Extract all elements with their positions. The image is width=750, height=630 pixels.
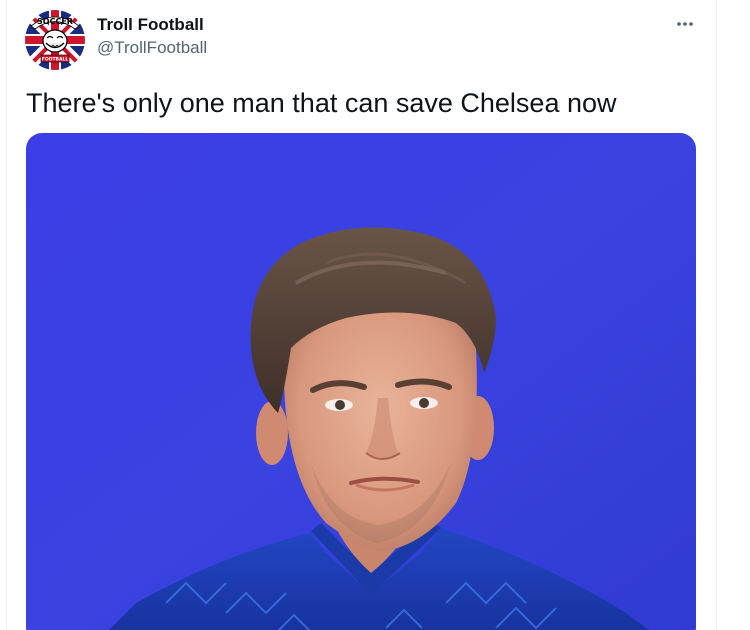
author-handle[interactable]: @TrollFootball: [97, 36, 207, 60]
troll-face-icon: SOCCER FOOTBALL: [25, 10, 85, 70]
tweet-media-photo[interactable]: [26, 133, 696, 630]
more-horizontal-icon: [677, 22, 693, 26]
avatar[interactable]: SOCCER FOOTBALL: [25, 10, 85, 70]
tweet-card: SOCCER FOOTBALL Troll Football @TrollFoo…: [0, 0, 750, 630]
avatar-badge-text: SOCCER: [37, 17, 73, 26]
avatar-badge-bottom-text: FOOTBALL: [42, 57, 69, 63]
tweet-text: There's only one man that can save Chels…: [26, 88, 617, 118]
author-block: Troll Football @TrollFootball: [97, 14, 207, 60]
author-display-name[interactable]: Troll Football: [97, 14, 207, 36]
photo-icon: [26, 133, 696, 630]
more-options-button[interactable]: [670, 12, 700, 36]
card-border-left: [6, 0, 7, 630]
card-border-right: [716, 0, 717, 630]
